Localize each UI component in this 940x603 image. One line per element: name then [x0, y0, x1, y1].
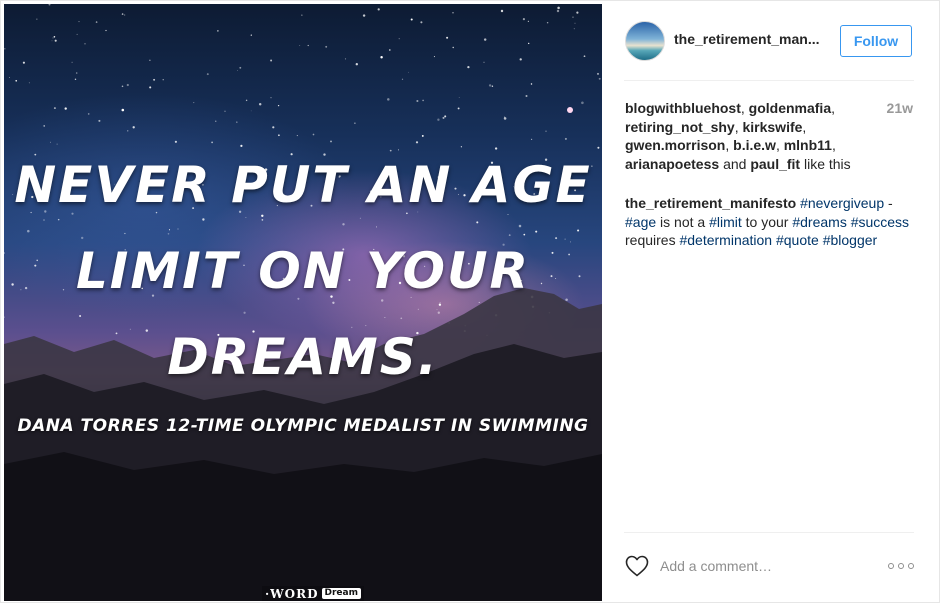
avatar[interactable] — [625, 21, 665, 61]
liker-username[interactable]: blogwithbluehost — [625, 100, 741, 116]
dot — [888, 563, 894, 569]
dot — [908, 563, 914, 569]
likes-summary: blogwithbluehost, goldenmafia, retiring_… — [625, 100, 851, 172]
more-options-icon[interactable] — [888, 557, 914, 575]
post-header: the_retirement_man... Follow — [624, 1, 914, 81]
hashtag-link[interactable]: #nevergiveup — [800, 195, 884, 211]
liker-username[interactable]: b.i.e.w — [733, 137, 776, 153]
likes-suffix: like this — [803, 155, 851, 172]
comment-input[interactable] — [660, 555, 860, 577]
watermark-dream: Dream — [321, 588, 361, 599]
quote-text: NEVER PUT AN AGE LIMIT ON YOUR DREAMS. — [4, 142, 602, 400]
quote-attribution: DANA TORRES 12-TIME OLYMPIC MEDALIST IN … — [17, 416, 589, 436]
hashtag-link[interactable]: #quote — [776, 232, 819, 248]
caption-author[interactable]: the_retirement_manifesto — [625, 195, 796, 211]
dot — [898, 563, 904, 569]
caption-fragment: to your — [741, 213, 793, 230]
post-photo[interactable]: NEVER PUT AN AGE LIMIT ON YOUR DREAMS. D… — [4, 4, 602, 601]
caption-fragment: - — [884, 195, 893, 211]
hashtag-link[interactable]: #age — [625, 214, 656, 230]
post-frame: NEVER PUT AN AGE LIMIT ON YOUR DREAMS. D… — [0, 0, 940, 603]
quote-line: NEVER PUT AN AGE — [14, 156, 592, 214]
hashtag-link[interactable]: #blogger — [823, 232, 878, 248]
likes-and: and — [723, 155, 747, 172]
follow-button[interactable]: Follow — [840, 25, 912, 57]
liker-username[interactable]: goldenmafia — [749, 100, 831, 116]
liker-username[interactable]: paul_fit — [750, 156, 800, 172]
quote-line: DREAMS. — [167, 328, 439, 386]
comment-bar — [624, 532, 914, 603]
word-dream-watermark: ·WORD Dream — [262, 586, 364, 601]
liker-username[interactable]: retiring_not_shy — [625, 119, 735, 135]
post-content: 21w blogwithbluehost, goldenmafia, retir… — [625, 99, 915, 250]
liker-username[interactable]: mlnb11 — [784, 137, 832, 153]
post-age[interactable]: 21w — [887, 99, 913, 118]
hashtag-link[interactable]: #dreams — [792, 214, 846, 230]
hashtag-link[interactable]: #success — [851, 214, 909, 230]
heart-outline-icon[interactable] — [625, 555, 649, 577]
hashtag-link[interactable]: #determination — [679, 232, 772, 248]
caption-fragment: is not a — [656, 213, 710, 230]
hashtag-link[interactable]: #limit — [709, 214, 742, 230]
liker-username[interactable]: kirkswife — [742, 119, 802, 135]
watermark-word: ·WORD — [265, 586, 319, 601]
caption-fragment: requires — [625, 232, 680, 248]
liker-username[interactable]: arianapoetess — [625, 156, 719, 172]
post-side-panel: the_retirement_man... Follow 21w blogwit… — [602, 1, 940, 603]
liker-username[interactable]: gwen.morrison — [625, 137, 725, 153]
quote-line: LIMIT ON YOUR — [75, 242, 531, 300]
post-caption: the_retirement_manifesto #nevergiveup - #… — [625, 194, 915, 250]
post-author-username[interactable]: the_retirement_man... — [674, 31, 820, 47]
